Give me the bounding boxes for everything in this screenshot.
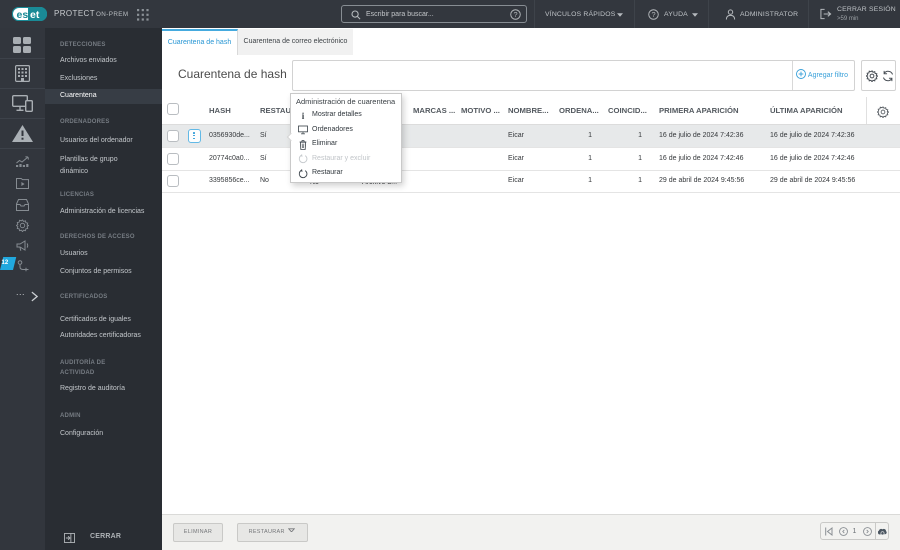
svg-text:es: es — [17, 9, 29, 21]
svg-text:?: ? — [651, 10, 655, 19]
svg-text:?: ? — [513, 10, 517, 19]
svg-text:i: i — [302, 111, 305, 120]
svg-text:et: et — [30, 9, 40, 21]
